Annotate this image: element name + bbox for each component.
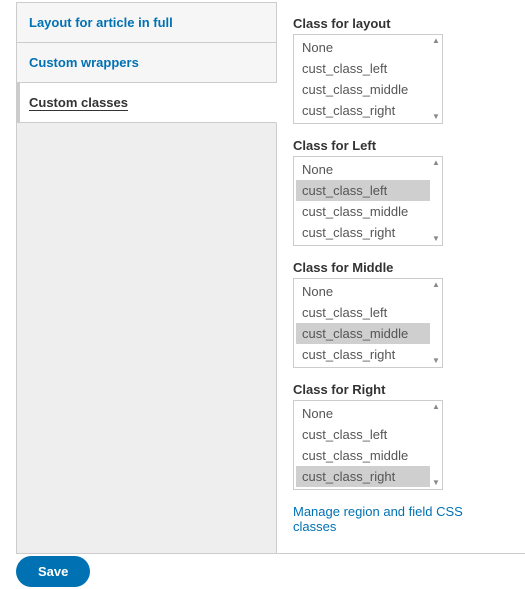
tab-custom-classes[interactable]: Custom classes (17, 83, 277, 123)
listbox-option[interactable]: cust_class_middle (296, 201, 430, 222)
listbox-option[interactable]: None (296, 159, 430, 180)
listbox-option[interactable]: cust_class_middle (296, 445, 430, 466)
vertical-tabs: Layout for article in full Custom wrappe… (17, 2, 277, 553)
scroll-up-icon[interactable]: ▲ (431, 402, 441, 412)
save-button[interactable]: Save (16, 556, 90, 587)
listbox-class-for-left[interactable]: ▲ ▼ Nonecust_class_leftcust_class_middle… (293, 156, 443, 246)
listbox-option[interactable]: None (296, 403, 430, 424)
field-label: Class for Middle (293, 260, 509, 275)
listbox-option[interactable]: cust_class_right (296, 100, 430, 121)
field-class-for-layout: Class for layout ▲ ▼ Nonecust_class_left… (293, 16, 509, 124)
field-label: Class for Right (293, 382, 509, 397)
tabs-filler (17, 123, 277, 553)
manage-css-classes-link[interactable]: Manage region and field CSS classes (293, 504, 463, 534)
scroll-up-icon[interactable]: ▲ (431, 280, 441, 290)
tab-layout-full[interactable]: Layout for article in full (17, 2, 277, 43)
listbox-class-for-right[interactable]: ▲ ▼ Nonecust_class_leftcust_class_middle… (293, 400, 443, 490)
scroll-down-icon[interactable]: ▼ (431, 112, 441, 122)
scroll-up-icon[interactable]: ▲ (431, 36, 441, 46)
scroll-down-icon[interactable]: ▼ (431, 478, 441, 488)
listbox-option[interactable]: cust_class_middle (296, 79, 430, 100)
scroll-down-icon[interactable]: ▼ (431, 356, 441, 366)
scroll-down-icon[interactable]: ▼ (431, 234, 441, 244)
listbox-option[interactable]: cust_class_right (296, 344, 430, 365)
listbox-class-for-layout[interactable]: ▲ ▼ Nonecust_class_leftcust_class_middle… (293, 34, 443, 124)
tab-label: Custom wrappers (29, 55, 139, 70)
field-label: Class for Left (293, 138, 509, 153)
listbox-option[interactable]: cust_class_middle (296, 323, 430, 344)
listbox-option[interactable]: cust_class_left (296, 302, 430, 323)
tab-label: Custom classes (29, 95, 128, 111)
listbox-option[interactable]: cust_class_left (296, 424, 430, 445)
listbox-option[interactable]: None (296, 37, 430, 58)
field-class-for-right: Class for Right ▲ ▼ Nonecust_class_leftc… (293, 382, 509, 490)
tab-custom-wrappers[interactable]: Custom wrappers (17, 43, 277, 83)
field-class-for-middle: Class for Middle ▲ ▼ Nonecust_class_left… (293, 260, 509, 368)
listbox-option[interactable]: cust_class_right (296, 466, 430, 487)
field-class-for-left: Class for Left ▲ ▼ Nonecust_class_leftcu… (293, 138, 509, 246)
listbox-option[interactable]: None (296, 281, 430, 302)
listbox-option[interactable]: cust_class_left (296, 58, 430, 79)
scroll-up-icon[interactable]: ▲ (431, 158, 441, 168)
tab-content: Class for layout ▲ ▼ Nonecust_class_left… (277, 2, 525, 553)
listbox-class-for-middle[interactable]: ▲ ▼ Nonecust_class_leftcust_class_middle… (293, 278, 443, 368)
listbox-option[interactable]: cust_class_right (296, 222, 430, 243)
tab-label: Layout for article in full (29, 15, 173, 30)
field-label: Class for layout (293, 16, 509, 31)
listbox-option[interactable]: cust_class_left (296, 180, 430, 201)
